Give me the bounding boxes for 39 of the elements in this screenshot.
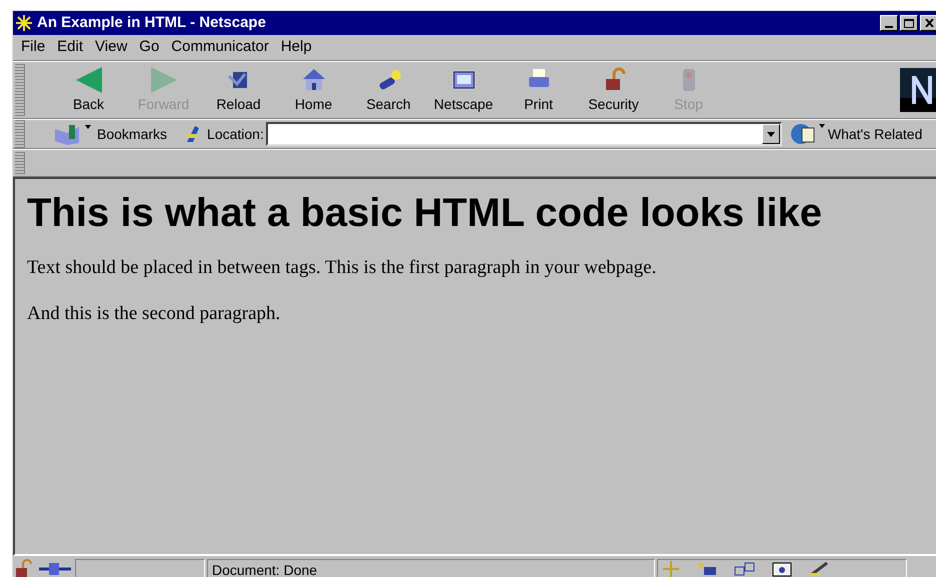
menu-item[interactable]: Communicator: [171, 36, 269, 59]
toolbar-button[interactable]: Netscape: [426, 64, 501, 116]
bookmarks-label[interactable]: Bookmarks: [97, 124, 168, 144]
toolbar-button[interactable]: Home: [276, 64, 351, 116]
paragraph: And this is the second paragraph.: [27, 302, 282, 326]
right-arrow-icon: [150, 66, 178, 94]
page-heading: This is what a basic HTML code looks like: [27, 190, 824, 237]
paragraph: Text should be placed in between tags. This is the first paragraph in your webpage.: [27, 256, 658, 280]
caret-icon: [766, 132, 775, 136]
starburst-icon: [15, 14, 33, 32]
window-title: An Example in HTML - Netscape: [37, 12, 266, 33]
close-button[interactable]: [920, 15, 936, 31]
toolbar-button[interactable]: Search: [351, 64, 426, 116]
dropdown-button[interactable]: [762, 124, 780, 144]
toolbar-grip[interactable]: [15, 64, 25, 116]
menu-item[interactable]: File: [21, 36, 46, 59]
toolbar-button[interactable]: Security: [576, 64, 651, 116]
globe-icon[interactable]: [790, 122, 826, 146]
padlock-icon[interactable]: [13, 559, 35, 577]
status-text: Document: Done: [207, 559, 655, 577]
pen-icon[interactable]: [808, 561, 830, 577]
toolbar-grip[interactable]: [15, 120, 25, 148]
menu-item[interactable]: View: [95, 36, 128, 59]
netscape-logo-icon: [900, 68, 936, 112]
menu-item[interactable]: Help: [280, 36, 312, 59]
menu-item[interactable]: Go: [139, 36, 160, 59]
toolbar-button[interactable]: Back: [51, 64, 126, 116]
close-icon: [924, 19, 934, 27]
location-label: Location:: [207, 124, 264, 144]
maximize-button[interactable]: [900, 15, 918, 31]
bookmark-folder-icon[interactable]: [53, 123, 93, 145]
toolbar-grip[interactable]: [15, 152, 25, 174]
location-field[interactable]: [266, 122, 782, 146]
toolbar-button[interactable]: Print: [501, 64, 576, 116]
left-arrow-icon: [74, 66, 102, 94]
whats-related-button[interactable]: What's Related: [828, 124, 922, 144]
menu-item[interactable]: Edit: [57, 36, 84, 59]
toolbar-button[interactable]: Reload: [201, 64, 276, 116]
minimize-button[interactable]: [880, 15, 898, 31]
